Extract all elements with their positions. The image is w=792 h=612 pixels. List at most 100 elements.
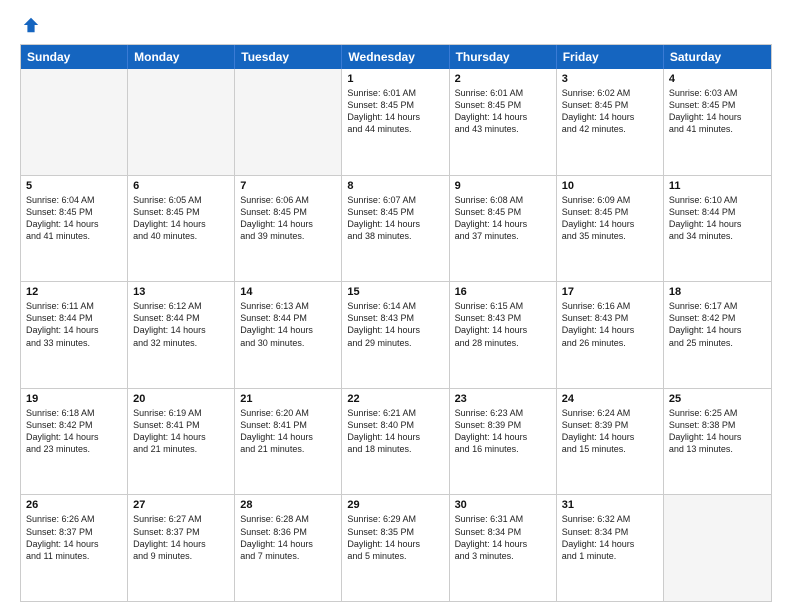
calendar-cell: 22Sunrise: 6:21 AM Sunset: 8:40 PM Dayli… (342, 389, 449, 495)
calendar-cell (235, 69, 342, 175)
day-number: 16 (455, 286, 551, 298)
day-number: 25 (669, 393, 766, 405)
calendar-cell: 26 Sunrise: 6:26 AM Sunset: 8:37 PM Dayli… (21, 495, 128, 601)
day-info: Sunrise: 6:28 AM Sunset: 8:36 PM Dayligh… (240, 513, 336, 562)
logo (20, 16, 40, 34)
calendar-body: 1 Sunrise: 6:01 AM Sunset: 8:45 PM Daylig… (21, 69, 771, 601)
calendar-header-cell: Monday (128, 45, 235, 69)
day-info: Sunrise: 6:03 AM Sunset: 8:45 PM Dayligh… (669, 87, 766, 136)
calendar-header-cell: Wednesday (342, 45, 449, 69)
day-number: 2 (455, 73, 551, 85)
day-number: 20 (133, 393, 229, 405)
calendar-cell: 31 Sunrise: 6:32 AM Sunset: 8:34 PM Dayli… (557, 495, 664, 601)
day-info: Sunrise: 6:06 AM Sunset: 8:45 PM Dayligh… (240, 194, 336, 243)
day-number: 3 (562, 73, 658, 85)
page: SundayMondayTuesdayWednesdayThursdayFrid… (0, 0, 792, 612)
day-info: Sunrise: 6:07 AM Sunset: 8:45 PM Dayligh… (347, 194, 443, 243)
day-number: 12 (26, 286, 122, 298)
day-number: 18 (669, 286, 766, 298)
day-info: Sunrise: 6:02 AM Sunset: 8:45 PM Dayligh… (562, 87, 658, 136)
calendar-cell: 9Sunrise: 6:08 AM Sunset: 8:45 PM Daylig… (450, 176, 557, 282)
calendar-row: 12 Sunrise: 6:11 AM Sunset: 8:44 PM Dayli… (21, 281, 771, 388)
calendar-cell: 25 Sunrise: 6:25 AM Sunset: 8:38 PM Dayli… (664, 389, 771, 495)
calendar-cell: 1Sunrise: 6:01 AM Sunset: 8:45 PM Daylig… (342, 69, 449, 175)
calendar-header-cell: Thursday (450, 45, 557, 69)
day-number: 24 (562, 393, 658, 405)
header (20, 16, 772, 34)
day-number: 8 (347, 180, 443, 192)
calendar-cell: 6 Sunrise: 6:05 AM Sunset: 8:45 PM Daylig… (128, 176, 235, 282)
calendar-cell: 19 Sunrise: 6:18 AM Sunset: 8:42 PM Dayli… (21, 389, 128, 495)
calendar-header: SundayMondayTuesdayWednesdayThursdayFrid… (21, 45, 771, 69)
day-number: 11 (669, 180, 766, 192)
calendar-cell: 18 Sunrise: 6:17 AM Sunset: 8:42 PM Dayli… (664, 282, 771, 388)
day-info: Sunrise: 6:29 AM Sunset: 8:35 PM Dayligh… (347, 513, 443, 562)
calendar-cell (21, 69, 128, 175)
calendar-cell: 7 Sunrise: 6:06 AM Sunset: 8:45 PM Daylig… (235, 176, 342, 282)
day-info: Sunrise: 6:25 AM Sunset: 8:38 PM Dayligh… (669, 407, 766, 456)
day-number: 6 (133, 180, 229, 192)
day-number: 1 (347, 73, 443, 85)
day-info: Sunrise: 6:14 AM Sunset: 8:43 PM Dayligh… (347, 300, 443, 349)
calendar-row: 26 Sunrise: 6:26 AM Sunset: 8:37 PM Dayli… (21, 494, 771, 601)
calendar-cell (664, 495, 771, 601)
calendar-cell: 17 Sunrise: 6:16 AM Sunset: 8:43 PM Dayli… (557, 282, 664, 388)
day-number: 9 (455, 180, 551, 192)
day-info: Sunrise: 6:13 AM Sunset: 8:44 PM Dayligh… (240, 300, 336, 349)
calendar-header-cell: Friday (557, 45, 664, 69)
day-info: Sunrise: 6:10 AM Sunset: 8:44 PM Dayligh… (669, 194, 766, 243)
day-info: Sunrise: 6:26 AM Sunset: 8:37 PM Dayligh… (26, 513, 122, 562)
calendar-cell: 10 Sunrise: 6:09 AM Sunset: 8:45 PM Dayli… (557, 176, 664, 282)
calendar-cell: 5Sunrise: 6:04 AM Sunset: 8:45 PM Daylig… (21, 176, 128, 282)
calendar-header-cell: Sunday (21, 45, 128, 69)
day-info: Sunrise: 6:23 AM Sunset: 8:39 PM Dayligh… (455, 407, 551, 456)
day-info: Sunrise: 6:31 AM Sunset: 8:34 PM Dayligh… (455, 513, 551, 562)
calendar-cell: 24 Sunrise: 6:24 AM Sunset: 8:39 PM Dayli… (557, 389, 664, 495)
day-number: 26 (26, 499, 122, 511)
day-info: Sunrise: 6:15 AM Sunset: 8:43 PM Dayligh… (455, 300, 551, 349)
calendar-cell: 13 Sunrise: 6:12 AM Sunset: 8:44 PM Dayli… (128, 282, 235, 388)
day-number: 27 (133, 499, 229, 511)
calendar-cell: 20 Sunrise: 6:19 AM Sunset: 8:41 PM Dayli… (128, 389, 235, 495)
day-number: 13 (133, 286, 229, 298)
calendar-cell: 21Sunrise: 6:20 AM Sunset: 8:41 PM Dayli… (235, 389, 342, 495)
calendar-cell: 27Sunrise: 6:27 AM Sunset: 8:37 PM Dayli… (128, 495, 235, 601)
day-number: 17 (562, 286, 658, 298)
day-info: Sunrise: 6:05 AM Sunset: 8:45 PM Dayligh… (133, 194, 229, 243)
calendar-cell: 8 Sunrise: 6:07 AM Sunset: 8:45 PM Daylig… (342, 176, 449, 282)
day-number: 22 (347, 393, 443, 405)
day-info: Sunrise: 6:01 AM Sunset: 8:45 PM Dayligh… (455, 87, 551, 136)
day-number: 31 (562, 499, 658, 511)
day-info: Sunrise: 6:18 AM Sunset: 8:42 PM Dayligh… (26, 407, 122, 456)
calendar-cell: 12 Sunrise: 6:11 AM Sunset: 8:44 PM Dayli… (21, 282, 128, 388)
day-info: Sunrise: 6:09 AM Sunset: 8:45 PM Dayligh… (562, 194, 658, 243)
day-number: 23 (455, 393, 551, 405)
day-number: 7 (240, 180, 336, 192)
day-info: Sunrise: 6:16 AM Sunset: 8:43 PM Dayligh… (562, 300, 658, 349)
calendar-row: 19 Sunrise: 6:18 AM Sunset: 8:42 PM Dayli… (21, 388, 771, 495)
day-info: Sunrise: 6:11 AM Sunset: 8:44 PM Dayligh… (26, 300, 122, 349)
day-number: 14 (240, 286, 336, 298)
calendar-row: 1 Sunrise: 6:01 AM Sunset: 8:45 PM Daylig… (21, 69, 771, 175)
calendar-cell: 30Sunrise: 6:31 AM Sunset: 8:34 PM Dayli… (450, 495, 557, 601)
calendar-cell: 4 Sunrise: 6:03 AM Sunset: 8:45 PM Daylig… (664, 69, 771, 175)
calendar-row: 5Sunrise: 6:04 AM Sunset: 8:45 PM Daylig… (21, 175, 771, 282)
day-number: 10 (562, 180, 658, 192)
day-number: 4 (669, 73, 766, 85)
calendar-cell: 11 Sunrise: 6:10 AM Sunset: 8:44 PM Dayli… (664, 176, 771, 282)
calendar-cell: 14 Sunrise: 6:13 AM Sunset: 8:44 PM Dayli… (235, 282, 342, 388)
day-number: 19 (26, 393, 122, 405)
calendar-cell: 29 Sunrise: 6:29 AM Sunset: 8:35 PM Dayli… (342, 495, 449, 601)
day-info: Sunrise: 6:17 AM Sunset: 8:42 PM Dayligh… (669, 300, 766, 349)
day-number: 15 (347, 286, 443, 298)
calendar-cell: 28 Sunrise: 6:28 AM Sunset: 8:36 PM Dayli… (235, 495, 342, 601)
calendar: SundayMondayTuesdayWednesdayThursdayFrid… (20, 44, 772, 602)
day-info: Sunrise: 6:12 AM Sunset: 8:44 PM Dayligh… (133, 300, 229, 349)
day-info: Sunrise: 6:24 AM Sunset: 8:39 PM Dayligh… (562, 407, 658, 456)
day-number: 28 (240, 499, 336, 511)
day-info: Sunrise: 6:32 AM Sunset: 8:34 PM Dayligh… (562, 513, 658, 562)
calendar-cell: 3 Sunrise: 6:02 AM Sunset: 8:45 PM Daylig… (557, 69, 664, 175)
calendar-cell: 2 Sunrise: 6:01 AM Sunset: 8:45 PM Daylig… (450, 69, 557, 175)
day-info: Sunrise: 6:19 AM Sunset: 8:41 PM Dayligh… (133, 407, 229, 456)
day-number: 29 (347, 499, 443, 511)
